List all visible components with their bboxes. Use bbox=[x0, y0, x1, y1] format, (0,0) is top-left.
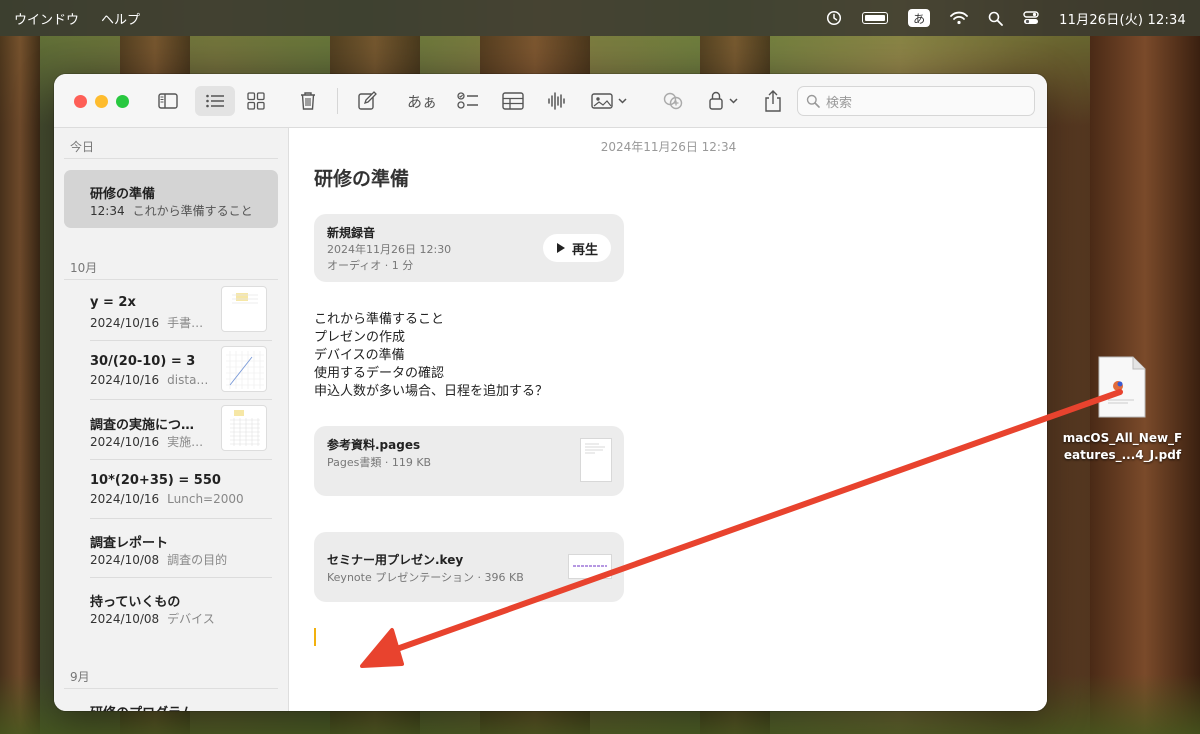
note-subtitle: 2024/10/16 dista… bbox=[90, 373, 209, 387]
section-september: 9月 bbox=[70, 670, 90, 684]
control-center-icon[interactable] bbox=[1023, 10, 1039, 26]
note-title: 研修のプログラム bbox=[90, 702, 194, 711]
zoom-window-button[interactable] bbox=[116, 95, 129, 108]
lock-menu-button[interactable] bbox=[703, 86, 745, 116]
note-title: 10*(20+35) = 550 bbox=[90, 473, 221, 488]
audio-title: 新規録音 bbox=[327, 226, 376, 240]
body-line: これから準備すること bbox=[314, 312, 445, 327]
note-divider bbox=[90, 577, 272, 578]
note-editor[interactable]: 2024年11月26日 12:34 研修の準備 新規録音 2024年11月26日… bbox=[290, 128, 1047, 711]
close-window-button[interactable] bbox=[74, 95, 87, 108]
play-button[interactable]: 再生 bbox=[543, 234, 611, 262]
attachment-meta: Pages書類 · 119 KB bbox=[327, 456, 432, 469]
note-thumbnail bbox=[221, 346, 267, 392]
input-method-icon[interactable]: あ bbox=[908, 9, 931, 27]
note-date: 2024年11月26日 12:34 bbox=[600, 140, 737, 154]
note-body[interactable]: これから準備すること プレゼンの作成 デバイスの準備 使用するデータの確認 申込… bbox=[314, 311, 548, 401]
note-subtitle: 2024/10/16 手書… bbox=[90, 316, 204, 330]
text-cursor bbox=[314, 628, 316, 646]
checklist-button[interactable] bbox=[452, 86, 484, 116]
section-october: 10月 bbox=[70, 261, 98, 275]
note-subtitle: 2024/10/08 調査の目的 bbox=[90, 553, 228, 567]
battery-icon[interactable] bbox=[862, 12, 889, 24]
note-title: 調査の実施につ… bbox=[90, 418, 195, 433]
sidebar-toggle-button[interactable] bbox=[152, 86, 184, 116]
note-divider bbox=[90, 340, 272, 341]
note-subtitle: 2024/10/16 実施… bbox=[90, 435, 204, 449]
delete-button[interactable] bbox=[292, 86, 324, 116]
body-line: 申込人数が多い場合、日程を追加する？ bbox=[314, 384, 549, 399]
audio-meta: オーディオ · 1 分 bbox=[327, 259, 414, 272]
section-today: 今日 bbox=[70, 140, 95, 154]
body-line: 使用するデータの確認 bbox=[314, 366, 445, 381]
note-title: 持っていくもの bbox=[90, 595, 181, 610]
pages-attachment[interactable]: 参考資料.pages Pages書類 · 119 KB bbox=[314, 426, 624, 496]
minimize-window-button[interactable] bbox=[95, 95, 108, 108]
note-title: 研修の準備 bbox=[90, 187, 156, 202]
spotlight-search-icon[interactable] bbox=[988, 11, 1004, 26]
attachment-title: 参考資料.pages bbox=[327, 438, 421, 452]
search-placeholder: 検索 bbox=[826, 95, 853, 111]
keynote-attachment[interactable]: セミナー用プレゼン.key Keynote プレゼンテーション · 396 KB bbox=[314, 532, 624, 602]
table-button[interactable] bbox=[497, 86, 529, 116]
collaborate-button[interactable] bbox=[657, 86, 689, 116]
list-view-button[interactable] bbox=[195, 86, 235, 116]
play-label: 再生 bbox=[571, 242, 598, 258]
gallery-view-button[interactable] bbox=[240, 86, 272, 116]
note-heading: 研修の準備 bbox=[314, 168, 410, 190]
pdf-file-icon[interactable] bbox=[1098, 356, 1146, 418]
menu-help[interactable]: ヘルプ bbox=[101, 9, 140, 28]
time-machine-icon[interactable] bbox=[826, 10, 842, 26]
search-field[interactable]: 検索 bbox=[797, 86, 1035, 116]
note-title: 調査レポート bbox=[90, 536, 169, 551]
section-divider bbox=[64, 158, 278, 159]
menu-bar: ウインドウ ヘルプ あ 11月26日(火) 12:34 bbox=[0, 0, 1200, 36]
note-divider bbox=[90, 518, 272, 519]
format-button[interactable]: あぁ bbox=[404, 86, 440, 116]
section-divider bbox=[64, 279, 278, 280]
menu-window[interactable]: ウインドウ bbox=[14, 9, 79, 28]
body-line: プレゼンの作成 bbox=[314, 330, 406, 345]
note-subtitle: 2024/10/16 Lunch=2000 bbox=[90, 492, 244, 506]
pages-thumbnail bbox=[580, 438, 612, 482]
note-list: 今日 研修の準備 12:34 これから準備すること 10月 y = 2x 2024… bbox=[54, 128, 289, 711]
audio-date: 2024年11月26日 12:30 bbox=[327, 243, 452, 256]
attachment-title: セミナー用プレゼン.key bbox=[327, 553, 464, 567]
pdf-file-label[interactable]: macOS_All_New_F eatures_...4_J.pdf bbox=[1055, 430, 1190, 464]
toolbar: あぁ 検索 bbox=[54, 74, 1047, 128]
note-subtitle: 12:34 これから準備すること bbox=[90, 204, 253, 218]
note-thumbnail bbox=[221, 286, 267, 332]
body-line: デバイスの準備 bbox=[314, 348, 405, 363]
note-divider bbox=[90, 399, 272, 400]
desktop-tree bbox=[0, 36, 40, 734]
note-title: 30/(20-10) = 3 bbox=[90, 354, 196, 369]
menu-bar-clock[interactable]: 11月26日(火) 12:34 bbox=[1059, 9, 1186, 28]
note-divider bbox=[90, 459, 272, 460]
note-subtitle: 2024/10/08 デバイス bbox=[90, 612, 215, 626]
toolbar-separator bbox=[337, 88, 338, 114]
menu-bar-status: あ 11月26日(火) 12:34 bbox=[826, 9, 1186, 28]
section-divider bbox=[64, 688, 278, 689]
audio-record-button[interactable] bbox=[541, 86, 573, 116]
search-icon bbox=[806, 94, 820, 108]
notes-window: あぁ 検索 今日 研修の準備 12:34 これから準備すること 10月 y = … bbox=[54, 74, 1047, 711]
media-menu-button[interactable] bbox=[587, 86, 633, 116]
wifi-icon[interactable] bbox=[950, 11, 969, 25]
new-note-button[interactable] bbox=[351, 86, 383, 116]
note-thumbnail bbox=[221, 405, 267, 451]
play-icon bbox=[556, 243, 565, 253]
share-button[interactable] bbox=[757, 86, 789, 116]
keynote-thumbnail bbox=[568, 554, 612, 579]
note-title: y = 2x bbox=[90, 295, 136, 310]
audio-attachment[interactable]: 新規録音 2024年11月26日 12:30 オーディオ · 1 分 再生 bbox=[314, 214, 624, 282]
attachment-meta: Keynote プレゼンテーション · 396 KB bbox=[327, 571, 524, 584]
